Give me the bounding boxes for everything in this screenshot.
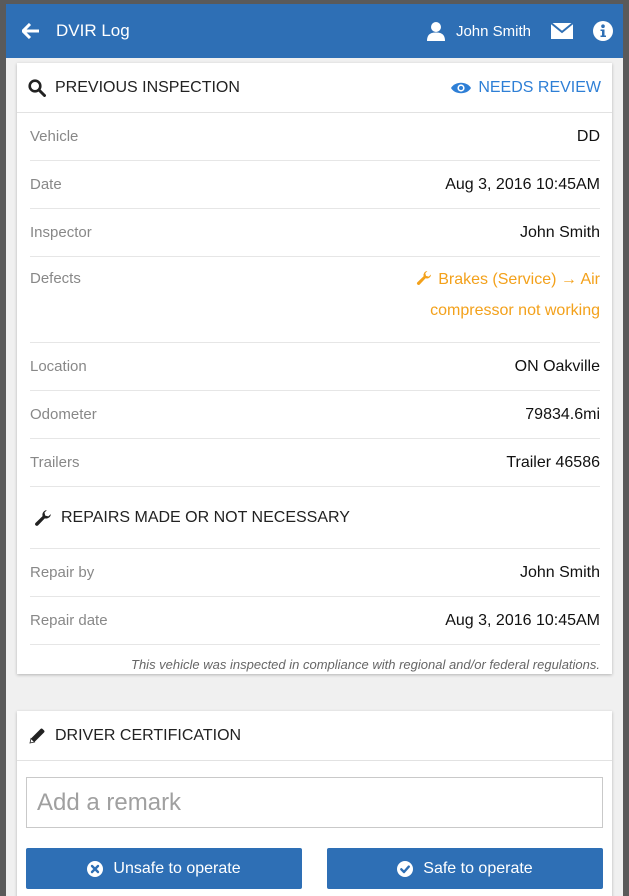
row-label: Date <box>30 176 62 193</box>
row-value: Trailer 46586 <box>506 454 600 471</box>
certification-title: DRIVER CERTIFICATION <box>55 726 242 744</box>
row-label: Odometer <box>30 406 97 423</box>
row-label: Inspector <box>30 224 92 241</box>
trailers-row: Trailers Trailer 46586 <box>30 439 600 487</box>
check-circle-icon <box>397 860 414 877</box>
defect-line-2: compressor not working <box>430 302 600 319</box>
info-icon[interactable] <box>593 21 613 41</box>
pencil-icon <box>29 728 45 744</box>
needs-review-status[interactable]: NEEDS REVIEW <box>451 79 601 97</box>
row-value: ON Oakville <box>514 358 600 375</box>
repair-date-row: Repair date Aug 3, 2016 10:45AM <box>30 597 600 645</box>
app-frame: DVIR Log John Smith PREVIOUS INSPECTION <box>6 4 623 896</box>
wrench-icon <box>35 509 51 526</box>
x-circle-icon <box>87 860 104 877</box>
row-value: 79834.6mi <box>525 406 600 423</box>
inspection-title: PREVIOUS INSPECTION <box>55 78 240 96</box>
repairs-title: REPAIRS MADE OR NOT NECESSARY <box>61 508 350 526</box>
inspection-header: PREVIOUS INSPECTION NEEDS REVIEW <box>17 63 612 113</box>
vehicle-row: Vehicle DD <box>30 113 600 161</box>
defect-line-1: Brakes (Service) → Air <box>438 271 600 288</box>
unsafe-label: Unsafe to operate <box>113 859 241 877</box>
driver-certification-card: DRIVER CERTIFICATION Add a remark Unsafe… <box>17 711 612 896</box>
eye-icon <box>451 82 472 93</box>
row-label: Trailers <box>30 454 80 471</box>
row-label: Repair by <box>30 564 95 581</box>
wrench-icon <box>417 271 432 285</box>
row-value: John Smith <box>519 564 600 581</box>
mail-icon[interactable] <box>551 22 573 40</box>
odometer-row: Odometer 79834.6mi <box>30 391 600 439</box>
row-label: Repair date <box>30 612 108 629</box>
certification-header: DRIVER CERTIFICATION <box>17 711 612 761</box>
row-label: Defects <box>30 270 81 287</box>
row-value: DD <box>576 128 600 145</box>
search-icon <box>28 78 46 97</box>
defects-row: Defects Brakes (Service) → Air compresso… <box>30 257 600 343</box>
top-bar: DVIR Log John Smith <box>6 4 623 58</box>
unsafe-to-operate-button[interactable]: Unsafe to operate <box>26 848 302 889</box>
row-label: Location <box>30 358 87 375</box>
inspector-row: Inspector John Smith <box>30 209 600 257</box>
user-name[interactable]: John Smith <box>456 23 531 40</box>
repair-by-row: Repair by John Smith <box>30 549 600 597</box>
row-value: John Smith <box>519 224 600 241</box>
back-arrow-icon[interactable] <box>20 20 42 42</box>
repairs-header: REPAIRS MADE OR NOT NECESSARY <box>30 487 600 549</box>
row-value: Aug 3, 2016 10:45AM <box>445 176 600 193</box>
page-title: DVIR Log <box>56 21 130 40</box>
previous-inspection-card: PREVIOUS INSPECTION NEEDS REVIEW Vehicle… <box>17 63 612 674</box>
user-icon <box>426 22 445 41</box>
safe-to-operate-button[interactable]: Safe to operate <box>327 848 603 889</box>
needs-review-label: NEEDS REVIEW <box>478 78 601 96</box>
compliance-note: This vehicle was inspected in compliance… <box>131 657 600 672</box>
safe-label: Safe to operate <box>423 859 533 877</box>
location-row: Location ON Oakville <box>30 343 600 391</box>
defect-value[interactable]: Brakes (Service) → Air compressor not wo… <box>416 264 600 326</box>
remark-input[interactable]: Add a remark <box>26 777 603 828</box>
row-value: Aug 3, 2016 10:45AM <box>445 612 600 629</box>
row-label: Vehicle <box>30 128 79 145</box>
date-row: Date Aug 3, 2016 10:45AM <box>30 161 600 209</box>
